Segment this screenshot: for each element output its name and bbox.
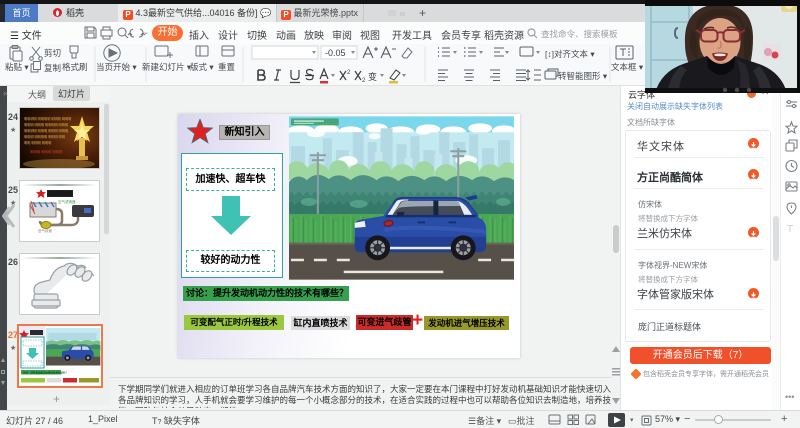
svg-text:2: 2 [362,78,366,84]
svg-text:2: 2 [347,70,351,76]
svg-text:明明 明明明 明明明: 明明 明明明 明明明 [24,141,51,145]
svg-text:•••: ••• [785,392,794,402]
svg-text:T: T [787,224,793,235]
svg-text:明明明明 明明明 明明明 明明明: 明明明明 明明明 明明明 明明明 [24,129,68,133]
svg-text:进气歧管: 进气歧管 [38,228,52,233]
svg-text:明明明 明明明 明明明: 明明明 明明明 明明明 [30,150,63,154]
svg-text:明明明明 明明明明 明明明 明明明: 明明明明 明明明明 明明明 明明明 [24,117,71,121]
svg-text:变: 变 [368,71,377,82]
svg-text:空气滤清器: 空气滤清器 [58,199,76,204]
svg-text:-0.05: -0.05 [325,48,346,58]
svg-text:讨论：提升发动机动力性的技术有哪些？: 讨论：提升发动机动力性的技术有哪些？ [23,371,68,375]
svg-text:明明明 明明明 明明明明 明明明: 明明明 明明明 明明明明 明明明 [24,123,68,127]
svg-text:明明明 明明明明 明明明 明明: 明明明 明明明明 明明明 明明 [24,135,65,139]
